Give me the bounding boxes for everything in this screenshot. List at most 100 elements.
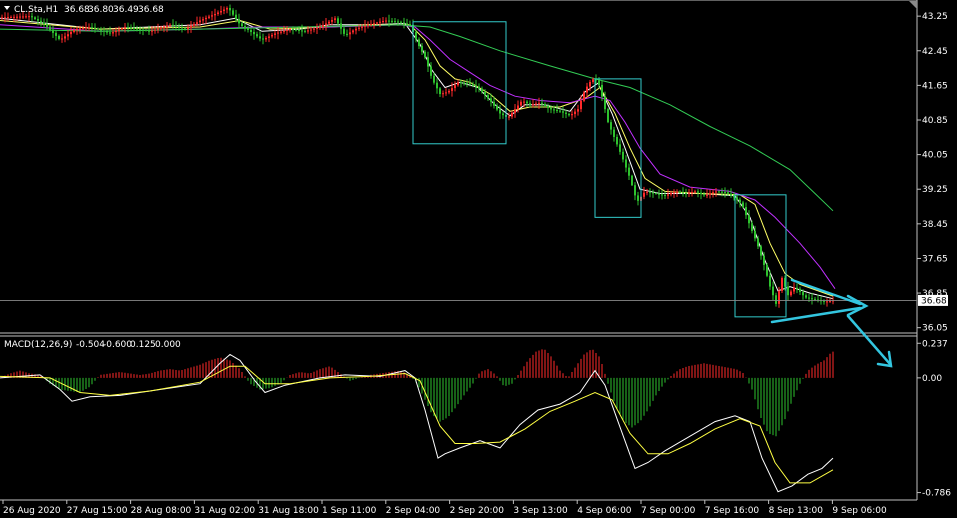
candle-body [565,112,567,114]
candle-body [526,101,528,104]
candle-body [688,192,690,194]
candle-body [568,113,570,116]
candle-body [823,300,825,302]
price-tick-label: 40.85 [922,116,948,126]
candle-body [199,20,201,23]
candle-body [424,51,426,58]
candles [1,4,834,308]
candle-body [622,151,624,160]
macd-value-hist-up: 0.125 [130,340,156,350]
candle-body [421,46,423,52]
candle-body [181,27,183,29]
candle-body [22,16,24,18]
candle-body [346,33,348,35]
candle-body [781,277,783,291]
candle-body [133,27,135,29]
candle-body [73,29,75,33]
current-price-tag: 36.68 [918,294,948,306]
candle-body [187,27,189,30]
candle-body [304,30,306,32]
trading-chart[interactable]: 43.25 42.45 41.65 40.85 40.05 39.25 38.45 37.65… [0,0,957,518]
candle-body [268,36,270,38]
candle-body [544,103,546,106]
candle-body [535,103,537,105]
candle-body [601,84,603,97]
candle-body [736,197,738,200]
moving-average-line [0,24,834,212]
candle-body [331,20,333,22]
moving-averages [0,17,836,300]
projection-arrow [846,314,892,366]
candle-body [124,26,126,29]
candle-body [265,37,267,40]
candle-body [406,23,408,25]
candle-body [55,32,57,36]
price-panel[interactable]: 43.25 42.45 41.65 40.85 40.05 39.25 38.45 37.65… [0,0,948,501]
macd-panel[interactable]: 0.237 0.00 -0.786 MACD(12,26,9) -0.504 -0.… [0,339,951,499]
triangle-down-icon[interactable] [4,6,10,10]
candle-body [34,17,36,20]
candle-body [43,22,45,25]
time-tick-label: 2 Sep 20:00 [450,506,505,516]
macd-tick-label: 0.237 [922,339,948,349]
time-tick-label: 3 Sep 13:00 [513,506,568,516]
candle-body [661,194,663,196]
macd-histogram [1,349,834,437]
candle-body [538,102,540,104]
annotation-boxes [412,21,787,318]
candle-body [286,29,288,31]
price-tick-label: 39.25 [922,185,948,195]
candle-body [697,191,699,193]
candle-body [259,36,261,39]
candle-body [274,33,276,35]
candle-body [52,29,54,33]
candle-body [16,16,18,18]
candle-body [637,195,639,201]
candle-body [154,29,156,31]
time-tick-label: 9 Sep 06:00 [832,506,887,516]
candle-body [19,16,21,18]
candle-body [352,30,354,33]
candle-body [298,29,300,31]
candle-body [4,17,6,19]
candle-body [589,81,591,87]
candle-body [307,30,309,32]
candle-body [607,109,609,123]
time-tick-label: 7 Sep 16:00 [705,506,760,516]
candle-body [37,19,39,21]
candle-body [208,16,210,18]
price-tick-label: 41.65 [922,81,948,91]
candle-body [628,167,630,176]
candle-body [652,192,654,194]
candle-body [574,111,576,115]
candle-body [727,192,729,194]
candle-body [553,109,555,111]
candle-body [262,38,264,40]
candle-body [190,25,192,28]
ohlc-close: 36.68 [138,5,164,15]
candle-body [343,28,345,34]
candle-body [490,98,492,102]
macd-tick-label: 0.00 [922,374,942,384]
time-tick-label: 1 Sep 11:00 [322,506,377,516]
candle-body [220,10,222,13]
candle-body [772,286,774,296]
chart-header: CL.Sta,H1 36.68 36.80 36.49 36.68 [4,5,164,15]
time-tick-label: 8 Sep 13:00 [769,506,824,516]
candle-body [523,101,525,103]
candle-body [67,34,69,37]
candle-body [463,82,465,84]
candle-body [1,17,3,19]
time-tick-label: 7 Sep 00:00 [641,506,696,516]
candle-body [559,110,561,112]
candle-body [826,301,828,303]
candle-body [427,57,429,67]
time-tick-label: 4 Sep 06:00 [577,506,632,516]
candle-body [334,18,336,21]
candle-body [514,109,516,113]
candle-body [160,27,162,29]
candle-body [373,23,375,25]
price-tick-label: 36.05 [922,324,948,334]
candle-body [556,110,558,112]
candle-body [142,29,144,31]
